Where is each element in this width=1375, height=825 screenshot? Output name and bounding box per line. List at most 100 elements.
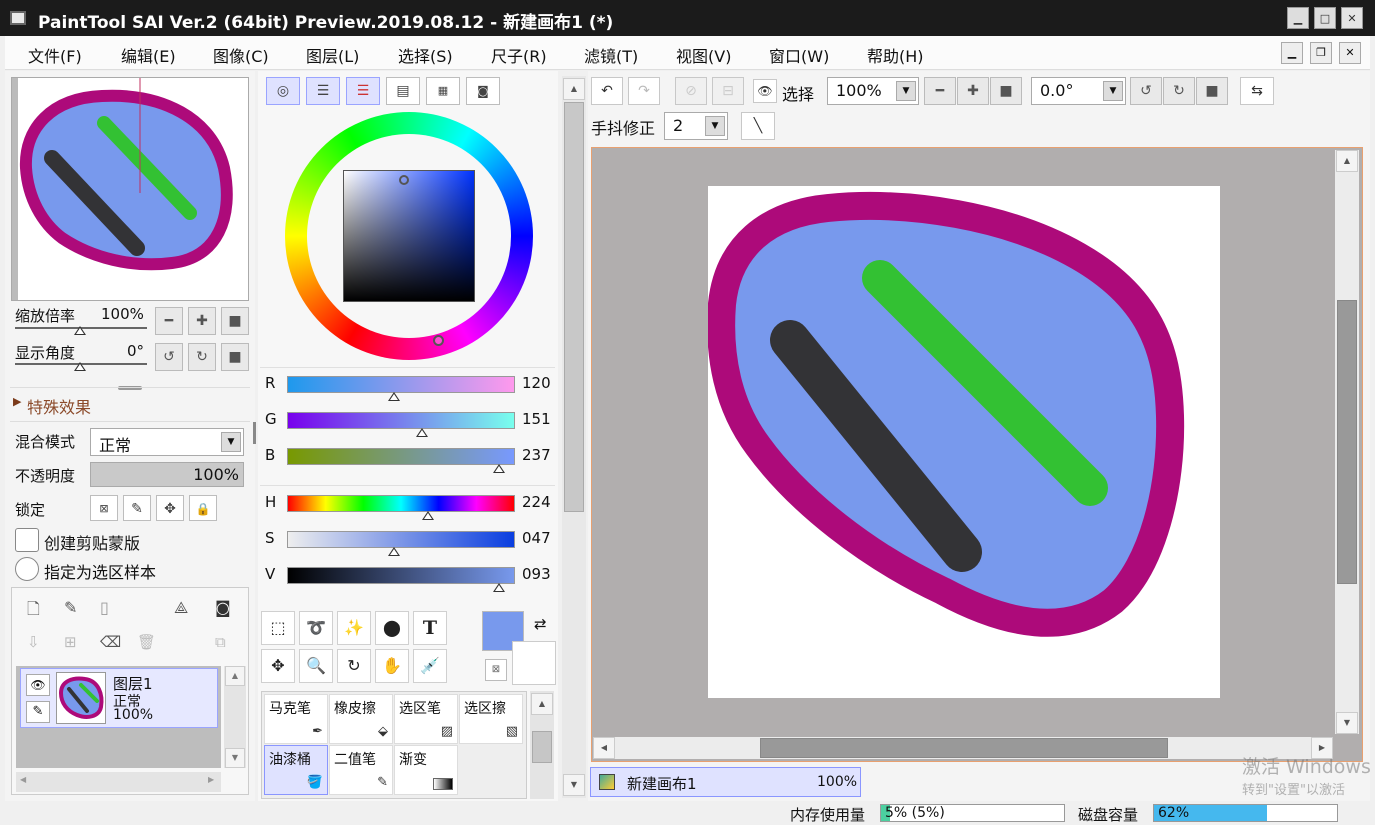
b-slider[interactable]: [287, 448, 515, 465]
transfer-down-icon[interactable]: ⇩: [27, 633, 40, 651]
zoom-select[interactable]: 100% ▼: [827, 77, 919, 105]
canvas-hscrollbar[interactable]: ◀ ▶: [593, 737, 1333, 759]
swap-colors-icon[interactable]: ⇄: [534, 615, 547, 633]
menu-ruler[interactable]: 尺子(R): [491, 43, 547, 67]
angle-slider-handle[interactable]: [74, 362, 86, 371]
layer-effect-icon[interactable]: ⟁: [174, 598, 188, 618]
new-folder-icon[interactable]: ▯: [100, 598, 109, 617]
magic-wand-icon[interactable]: ✨: [337, 611, 371, 645]
scroll-up-icon[interactable]: ▲: [563, 78, 585, 100]
shape-icon[interactable]: ⬤: [375, 611, 409, 645]
hand-icon[interactable]: ✋: [375, 649, 409, 683]
b-slider-handle[interactable]: [493, 464, 506, 473]
lock-move-icon[interactable]: ✥: [156, 495, 184, 521]
selection-source-radio[interactable]: [15, 557, 39, 581]
h-slider-handle[interactable]: [422, 511, 435, 520]
expand-arrow-icon[interactable]: ▶: [13, 395, 21, 408]
flip-horizontal-icon[interactable]: ⇆: [1240, 77, 1274, 105]
menu-filter[interactable]: 滤镜(T): [584, 43, 638, 67]
invert-select-icon[interactable]: ⊟: [712, 77, 744, 105]
scroll-right-icon[interactable]: ▶: [1311, 737, 1333, 759]
color-mixer-tab-icon[interactable]: ▤: [386, 77, 420, 105]
scroll-left-icon[interactable]: ◀: [593, 737, 615, 759]
scroll-up-icon[interactable]: ▲: [225, 666, 245, 686]
show-selection-eye-icon[interactable]: 👁: [753, 79, 777, 103]
sv-picker-handle[interactable]: [399, 175, 409, 185]
menu-image[interactable]: 图像(C): [213, 43, 269, 67]
rotate-left-button[interactable]: ↺: [155, 343, 183, 371]
rect-select-icon[interactable]: ⬚: [261, 611, 295, 645]
sv-square[interactable]: [343, 170, 475, 302]
scroll-down-icon[interactable]: ▼: [225, 748, 245, 768]
lock-paint-icon[interactable]: ✎: [123, 495, 151, 521]
panel-splitter[interactable]: [253, 422, 256, 444]
brush-marker[interactable]: 马克笔 ✒: [264, 694, 328, 744]
color-wheel-tab-icon[interactable]: ◎: [266, 77, 300, 105]
line-tool-icon[interactable]: ╲: [741, 112, 775, 140]
undo-icon[interactable]: ↶: [591, 77, 623, 105]
doc-restore-button[interactable]: ❐: [1310, 42, 1332, 64]
h-slider[interactable]: [287, 495, 515, 512]
doc-close-button[interactable]: ✕: [1339, 42, 1361, 64]
menu-select[interactable]: 选择(S): [398, 43, 453, 67]
lasso-icon[interactable]: ➰: [299, 611, 333, 645]
delete-layer-icon[interactable]: 🗑: [137, 633, 156, 651]
r-slider[interactable]: [287, 376, 515, 393]
g-slider-handle[interactable]: [415, 428, 428, 437]
zoom-in-button[interactable]: ✚: [957, 77, 989, 105]
rotate-right-button[interactable]: ↻: [1163, 77, 1195, 105]
effects-header[interactable]: 特殊效果: [27, 394, 91, 418]
scratchpad-tab-icon[interactable]: ◙: [466, 77, 500, 105]
scroll-thumb[interactable]: [564, 102, 584, 512]
hsv-sliders-tab-icon[interactable]: ☰: [346, 77, 380, 105]
secondary-color-swatch[interactable]: [512, 641, 556, 685]
zoom-in-button[interactable]: ✚: [188, 307, 216, 335]
brush-scrollbar[interactable]: ▲: [530, 691, 554, 799]
navigator-preview[interactable]: [11, 77, 249, 301]
new-vector-layer-icon[interactable]: ✎: [64, 598, 77, 617]
scroll-down-icon[interactable]: ▼: [563, 774, 585, 796]
layer-edit-pen-icon[interactable]: ✎: [26, 701, 50, 723]
scroll-left-icon[interactable]: ◀: [20, 775, 26, 784]
eyedropper-icon[interactable]: 💉: [413, 649, 447, 683]
deselect-icon[interactable]: ⊘: [675, 77, 707, 105]
merge-down-icon[interactable]: ⊞: [64, 633, 77, 651]
apply-mask-icon[interactable]: ⧉: [215, 633, 226, 651]
rotate-left-button[interactable]: ↺: [1130, 77, 1162, 105]
text-tool-icon[interactable]: T: [413, 611, 447, 645]
swatches-tab-icon[interactable]: ▦: [426, 77, 460, 105]
canvas-viewport[interactable]: [591, 147, 1363, 762]
maximize-button[interactable]: □: [1314, 7, 1336, 29]
new-layer-icon[interactable]: 🗋: [27, 598, 40, 625]
scroll-up-icon[interactable]: ▲: [531, 693, 553, 715]
move-icon[interactable]: ✥: [261, 649, 295, 683]
minimize-button[interactable]: ▁: [1287, 7, 1309, 29]
zoom-out-button[interactable]: ━: [924, 77, 956, 105]
canvas-vscrollbar[interactable]: ▲ ▼: [1335, 150, 1359, 734]
lock-transparency-icon[interactable]: ⊠: [90, 495, 118, 521]
transparent-color-icon[interactable]: ⊠: [485, 659, 507, 681]
g-slider[interactable]: [287, 412, 515, 429]
angle-select[interactable]: 0.0° ▼: [1031, 77, 1126, 105]
zoom-reset-button[interactable]: ■: [221, 307, 249, 335]
blend-mode-select[interactable]: 正常 ▼: [90, 428, 244, 456]
menu-window[interactable]: 窗口(W): [769, 43, 829, 67]
menu-edit[interactable]: 编辑(E): [121, 43, 176, 67]
hue-picker-handle[interactable]: [433, 335, 444, 346]
menu-layer[interactable]: 图层(L): [306, 43, 359, 67]
layer-list-scrollbar[interactable]: ▲ ▼: [224, 666, 246, 768]
menu-file[interactable]: 文件(F): [28, 43, 82, 67]
doc-minimize-button[interactable]: ▁: [1281, 42, 1303, 64]
scroll-thumb[interactable]: [1337, 300, 1357, 584]
brush-eraser[interactable]: 橡皮擦 ⬙: [329, 694, 393, 744]
rotate-right-button[interactable]: ↻: [188, 343, 216, 371]
color-panel-scrollbar[interactable]: ▲ ▼: [562, 76, 586, 798]
brush-selection-pen[interactable]: 选区笔 ▨: [394, 694, 458, 744]
brush-selection-eraser[interactable]: 选区擦 ▧: [459, 694, 523, 744]
zoom-out-button[interactable]: ━: [155, 307, 183, 335]
zoom-reset-button[interactable]: ■: [990, 77, 1022, 105]
rotate-tool-icon[interactable]: ↻: [337, 649, 371, 683]
opacity-slider[interactable]: 100%: [90, 462, 244, 487]
clip-mask-checkbox[interactable]: [15, 528, 39, 552]
rotate-reset-button[interactable]: ■: [1196, 77, 1228, 105]
